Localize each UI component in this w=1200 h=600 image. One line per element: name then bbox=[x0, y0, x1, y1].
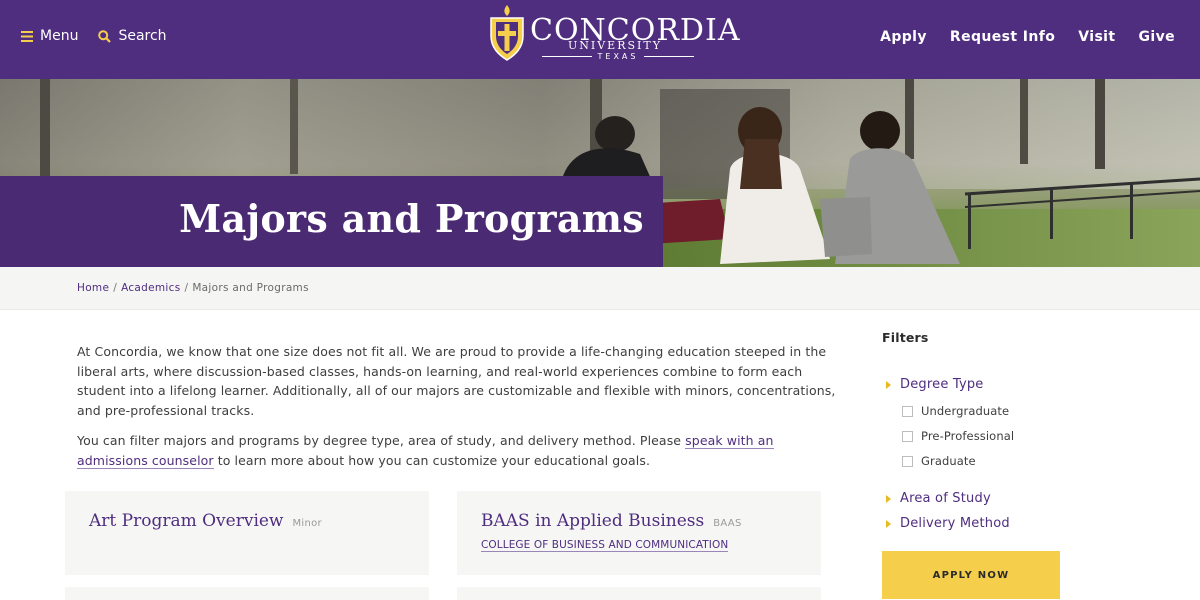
program-card[interactable] bbox=[457, 587, 821, 600]
checkbox[interactable] bbox=[902, 405, 913, 417]
header-left-tools: Menu Search bbox=[21, 28, 167, 44]
filter-undergraduate-option[interactable]: Undergraduate bbox=[902, 404, 1009, 418]
filters-title: Filters bbox=[882, 330, 929, 345]
intro-text: At Concordia, we know that one size does… bbox=[77, 342, 837, 470]
program-card[interactable]: Art Program Overview Minor bbox=[65, 491, 429, 575]
program-degree-tag: BAAS bbox=[713, 518, 742, 529]
breadcrumb-separator: / bbox=[184, 282, 189, 294]
site-header: Menu Search CONCORDIA UNIVERSITY TEXAS A… bbox=[0, 0, 1200, 79]
filter-group-label: Degree Type bbox=[900, 377, 984, 392]
logo-texas: TEXAS bbox=[528, 52, 708, 62]
nav-give[interactable]: Give bbox=[1138, 29, 1175, 45]
filter-pre-professional-option[interactable]: Pre-Professional bbox=[902, 429, 1014, 443]
filter-group-label: Area of Study bbox=[900, 491, 991, 506]
program-college-link[interactable]: COLLEGE OF BUSINESS AND COMMUNICATION bbox=[481, 539, 729, 552]
breadcrumb-separator: / bbox=[113, 282, 118, 294]
filter-option-label: Pre-Professional bbox=[921, 429, 1015, 443]
intro-p2-before: You can filter majors and programs by de… bbox=[77, 433, 686, 448]
filter-option-label: Undergraduate bbox=[921, 404, 1010, 418]
menu-label: Menu bbox=[40, 28, 79, 44]
breadcrumb-bar: Home / Academics / Majors and Programs bbox=[0, 267, 1200, 310]
caret-right-icon bbox=[886, 494, 891, 503]
program-degree-tag: Minor bbox=[292, 518, 322, 529]
filters-panel: Filters Degree Type Undergraduate Pre-Pr… bbox=[882, 330, 1142, 531]
checkbox[interactable] bbox=[902, 455, 913, 467]
filter-group-label: Delivery Method bbox=[900, 516, 1010, 531]
breadcrumb: Home / Academics / Majors and Programs bbox=[77, 282, 309, 294]
nav-apply[interactable]: Apply bbox=[880, 29, 927, 45]
program-card-heading: BAAS in Applied Business BAAS bbox=[481, 511, 742, 531]
filter-graduate-option[interactable]: Graduate bbox=[902, 454, 976, 468]
apply-now-button[interactable]: APPLY NOW bbox=[882, 551, 1060, 599]
menu-button[interactable]: Menu bbox=[21, 28, 78, 44]
breadcrumb-current: Majors and Programs bbox=[192, 282, 309, 294]
caret-right-icon bbox=[886, 519, 891, 528]
caret-right-icon bbox=[886, 380, 891, 389]
filter-delivery-method-toggle[interactable]: Delivery Method bbox=[886, 516, 1010, 531]
page-title: Majors and Programs bbox=[179, 196, 644, 241]
hamburger-icon bbox=[21, 30, 33, 42]
concordia-logo[interactable]: CONCORDIA UNIVERSITY TEXAS bbox=[488, 4, 740, 64]
intro-paragraph-1: At Concordia, we know that one size does… bbox=[77, 344, 836, 418]
intro-p2-after: to learn more about how you can customiz… bbox=[213, 452, 651, 468]
filter-degree-type-toggle[interactable]: Degree Type bbox=[886, 377, 984, 392]
filter-area-of-study-toggle[interactable]: Area of Study bbox=[886, 491, 991, 506]
checkbox[interactable] bbox=[902, 430, 913, 442]
search-icon bbox=[98, 29, 112, 43]
intro-paragraph-2: You can filter majors and programs by de… bbox=[77, 431, 837, 470]
nav-visit[interactable]: Visit bbox=[1078, 29, 1115, 45]
program-card[interactable]: BAAS in Applied Business BAAS COLLEGE OF … bbox=[457, 491, 821, 575]
nav-request-info[interactable]: Request Info bbox=[950, 29, 1055, 45]
program-name[interactable]: BAAS in Applied Business bbox=[481, 511, 704, 531]
search-label: Search bbox=[118, 28, 167, 44]
program-card-heading: Art Program Overview Minor bbox=[89, 511, 322, 531]
hero-banner: Majors and Programs bbox=[0, 79, 1200, 267]
search-button[interactable]: Search bbox=[98, 28, 167, 44]
hero-title-box: Majors and Programs bbox=[0, 176, 663, 267]
breadcrumb-academics[interactable]: Academics bbox=[121, 282, 180, 294]
program-name[interactable]: Art Program Overview bbox=[89, 511, 284, 531]
logo-university: UNIVERSITY bbox=[568, 39, 662, 52]
breadcrumb-home[interactable]: Home bbox=[77, 282, 109, 294]
shield-cross-icon bbox=[490, 5, 524, 61]
header-nav: Apply Request Info Visit Give bbox=[880, 29, 1200, 45]
program-card[interactable] bbox=[65, 587, 429, 600]
filter-option-label: Graduate bbox=[921, 454, 976, 468]
